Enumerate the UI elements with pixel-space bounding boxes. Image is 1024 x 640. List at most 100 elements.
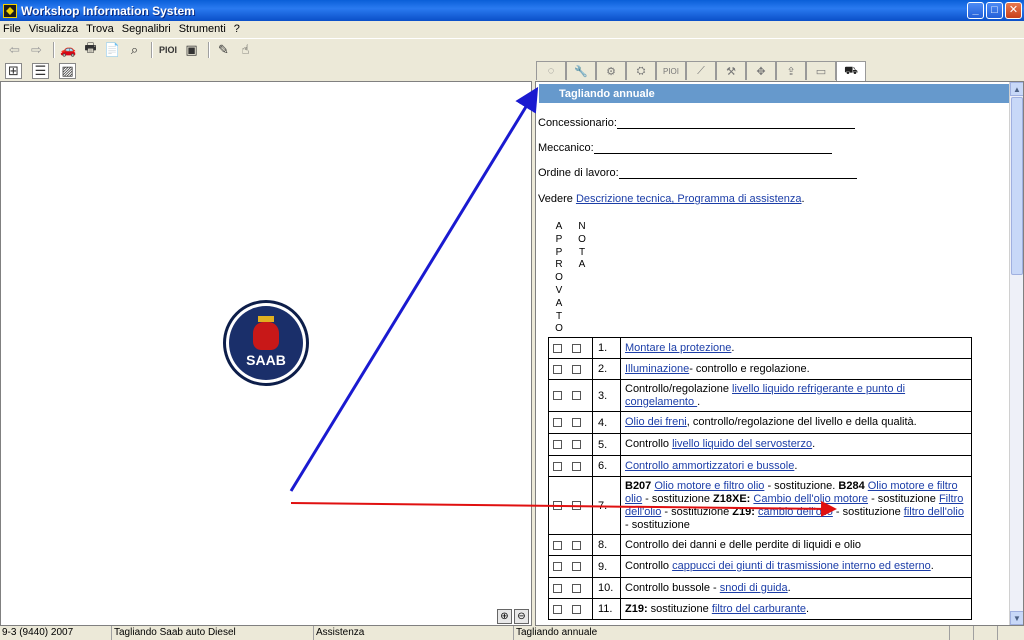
menu-strumenti[interactable]: Strumenti — [179, 23, 226, 35]
tab-pioi[interactable]: PIOI — [656, 61, 686, 80]
tab-engine-icon[interactable]: ◌ — [536, 61, 566, 80]
note-checkbox[interactable] — [572, 461, 581, 471]
table-row: 2. Illuminazione- controllo e regolazion… — [548, 358, 972, 380]
approved-checkbox[interactable] — [553, 501, 562, 511]
window-title: Workshop Information System — [21, 3, 195, 18]
diagnostic-icon[interactable]: ▣ — [182, 41, 201, 58]
pioi-button[interactable]: PIOI — [157, 41, 179, 58]
note-checkbox[interactable] — [572, 604, 581, 614]
tree-view-icon[interactable]: ⊞ — [5, 62, 22, 79]
menu-trova[interactable]: Trova — [86, 23, 114, 35]
tab-move-icon[interactable]: ✥ — [746, 61, 776, 80]
approved-checkbox[interactable] — [553, 461, 562, 471]
table-row: 9. Controllo cappucci dei giunti di tras… — [548, 555, 972, 578]
status-section: Assistenza — [314, 626, 514, 640]
table-row: 6. Controllo ammortizzatori e bussole. — [548, 455, 972, 477]
approved-checkbox[interactable] — [553, 364, 562, 374]
griffin-icon — [253, 322, 279, 350]
column-header-note: NOTA — [578, 221, 586, 271]
item-link[interactable]: cappucci dei giunti di trasmissione inte… — [672, 560, 931, 572]
menu-visualizza[interactable]: Visualizza — [29, 23, 78, 35]
item-link[interactable]: cambio dell'olio — [758, 506, 833, 518]
column-header-approved: APPROVATO — [555, 221, 563, 335]
menu-segnalibri[interactable]: Segnalibri — [122, 23, 171, 35]
note-checkbox[interactable] — [572, 540, 581, 550]
car-icon[interactable]: 🚗 — [59, 41, 78, 58]
scroll-down-icon[interactable]: ▼ — [1010, 611, 1023, 625]
table-row: 4. Olio dei freni, controllo/regolazione… — [548, 411, 972, 434]
item-link[interactable]: filtro del carburante — [712, 603, 806, 615]
table-row: 8. Controllo dei danni e delle perdite d… — [548, 534, 972, 556]
mechanic-field: Meccanico: — [538, 142, 832, 154]
pointer-icon[interactable]: ☝ — [236, 41, 255, 58]
scroll-thumb[interactable] — [1011, 97, 1023, 275]
tab-wrench-icon[interactable]: 🔧 — [566, 61, 596, 80]
list-view-icon[interactable]: ☰ — [32, 62, 49, 79]
note-checkbox[interactable] — [572, 391, 581, 401]
status-bar: 9-3 (9440) 2007 Tagliando Saab auto Dies… — [0, 626, 1024, 640]
note-checkbox[interactable] — [572, 501, 581, 511]
tab-tool-icon[interactable]: ⟋ — [686, 61, 716, 80]
graphics-pane: SAAB ⊕ ⊖ — [0, 81, 532, 626]
status-service: Tagliando Saab auto Diesel — [112, 626, 314, 640]
zoom-in-icon[interactable]: ⊕ — [497, 609, 512, 624]
app-icon — [3, 3, 17, 18]
back-arrow-icon[interactable]: ⇦ — [5, 41, 24, 58]
tab-service-icon[interactable]: ⛟ — [836, 61, 866, 81]
table-row: 1. Montare la protezione. — [548, 337, 972, 359]
approved-checkbox[interactable] — [553, 391, 562, 401]
table-row: 3. Controllo/regolazione livello liquido… — [548, 379, 972, 412]
main-toolbar: ⇦ ⇨ 🚗 🖶 📄 ⌕ PIOI ▣ ✎ ☝ — [0, 38, 1024, 60]
zoom-out-icon[interactable]: ⊖ — [514, 609, 529, 624]
image-view-icon[interactable]: ▨ — [59, 62, 76, 79]
item-link[interactable]: livello liquido del servosterzo — [672, 438, 812, 450]
approved-checkbox[interactable] — [553, 562, 562, 572]
technical-description-link[interactable]: Descrizione tecnica, Programma di assist… — [576, 193, 802, 205]
note-checkbox[interactable] — [572, 343, 581, 353]
tab-lift-icon[interactable]: ⇪ — [776, 61, 806, 80]
note-checkbox[interactable] — [572, 440, 581, 450]
print-icon[interactable]: 🖶 — [81, 40, 100, 58]
tab-screen-icon[interactable]: ▭ — [806, 61, 836, 80]
status-model: 9-3 (9440) 2007 — [0, 626, 112, 640]
close-button[interactable]: ✕ — [1005, 2, 1022, 19]
approved-checkbox[interactable] — [553, 540, 562, 550]
menu-bar: File Visualizza Trova Segnalibri Strumen… — [0, 21, 1024, 37]
logo-text: SAAB — [246, 352, 286, 368]
note-checkbox[interactable] — [572, 583, 581, 593]
item-link[interactable]: filtro dell'olio — [904, 506, 964, 518]
menu-file[interactable]: File — [3, 23, 21, 35]
approved-checkbox[interactable] — [553, 343, 562, 353]
dealer-field: Concessionario: — [538, 117, 855, 129]
approved-checkbox[interactable] — [553, 440, 562, 450]
minimize-button[interactable]: _ — [967, 2, 984, 19]
checklist-table: 1. Montare la protezione. 2. Illuminazio… — [548, 337, 972, 620]
binoculars-icon[interactable]: ⌕ — [125, 41, 144, 58]
note-checkbox[interactable] — [572, 364, 581, 374]
note-checkbox[interactable] — [572, 562, 581, 572]
approved-checkbox[interactable] — [553, 604, 562, 614]
workorder-field: Ordine di lavoro: — [538, 167, 857, 179]
approved-checkbox[interactable] — [553, 583, 562, 593]
vertical-scrollbar[interactable]: ▲ ▼ — [1009, 82, 1023, 625]
forward-arrow-icon[interactable]: ⇨ — [27, 41, 46, 58]
item-link[interactable]: Montare la protezione — [625, 342, 731, 354]
item-link[interactable]: Olio dei freni — [625, 416, 687, 428]
menu-help[interactable]: ? — [234, 23, 240, 35]
note-checkbox[interactable] — [572, 418, 581, 428]
tab-parts-icon[interactable]: ⛭ — [626, 61, 656, 80]
tab-gear-icon[interactable]: ⚙ — [596, 61, 626, 80]
item-link[interactable]: Olio motore e filtro olio — [654, 480, 764, 492]
secondary-toolbar: ⊞ ☰ ▨ — [0, 60, 1024, 81]
tab-tools-icon[interactable]: ⚒ — [716, 61, 746, 80]
highlighter-icon[interactable]: ✎ — [214, 41, 233, 58]
document-title: Tagliando annuale — [539, 84, 1009, 103]
item-link[interactable]: Controllo ammortizzatori e bussole — [625, 460, 794, 472]
item-link[interactable]: snodi di guida — [720, 582, 788, 594]
item-link[interactable]: Cambio dell'olio motore — [753, 493, 868, 505]
maximize-button[interactable]: □ — [986, 2, 1003, 19]
document-search-icon[interactable]: 📄 — [103, 41, 122, 58]
approved-checkbox[interactable] — [553, 418, 562, 428]
scroll-up-icon[interactable]: ▲ — [1010, 82, 1023, 96]
item-link[interactable]: Illuminazione — [625, 363, 689, 375]
